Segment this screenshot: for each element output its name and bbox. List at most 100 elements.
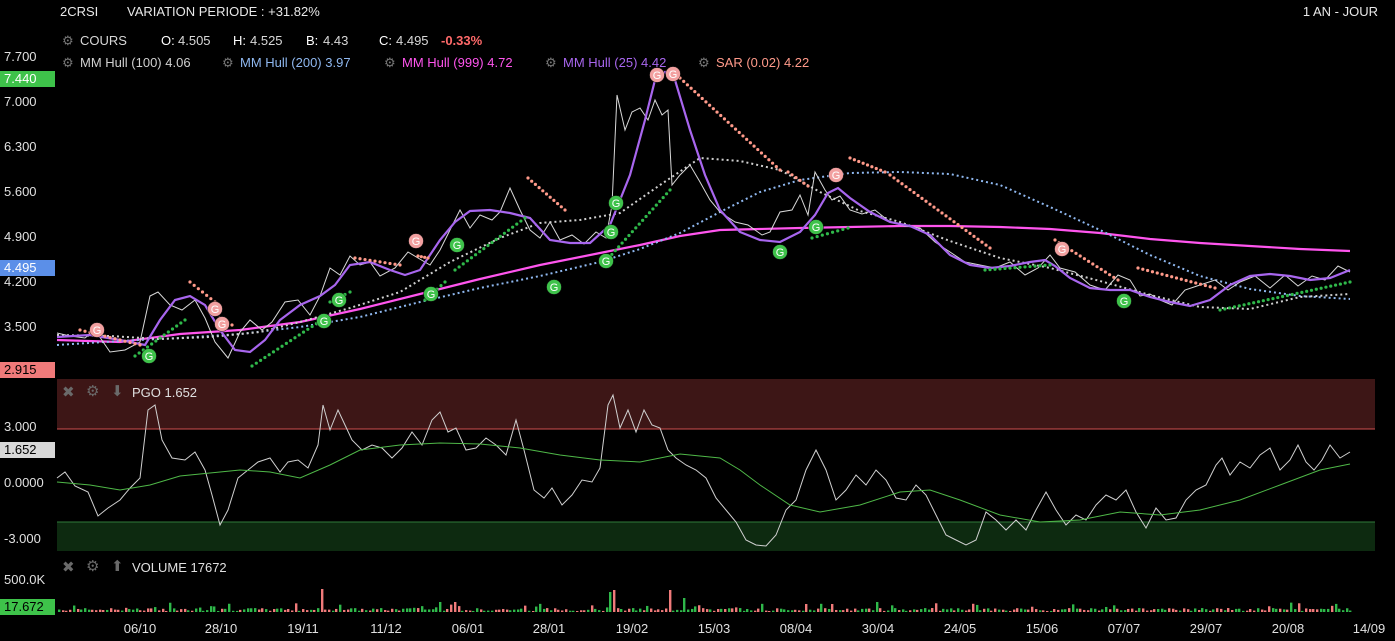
sell-signal-marker: G [408,233,424,249]
volume-bar [757,608,760,612]
volume-bar [646,605,649,612]
volume-bar [213,606,216,612]
sar-dot [363,257,367,262]
volume-bar [1220,608,1223,612]
hull25-line [56,70,1351,354]
gear-icon[interactable]: ⚙ [86,382,99,400]
volume-bar [1120,610,1123,612]
volume-bar [347,609,350,612]
volume-bar [372,608,375,612]
svg-text:G: G [1120,296,1129,308]
volume-bar [1042,610,1045,612]
volume-bar [1335,603,1338,612]
sar-dot [1170,275,1174,279]
volume-bar [898,610,901,612]
sar-dot [559,205,563,209]
volume-bar [169,602,172,612]
sar-dot [916,193,920,198]
buy-signal-marker: G [808,219,824,235]
volume-bar [887,610,890,612]
volume-bar [868,608,871,612]
sar-dot [166,330,170,334]
volume-bar [632,608,635,612]
volume-bar [224,608,227,612]
sell-signal-marker: G [649,67,665,83]
sar-dot [896,179,900,183]
volume-bar [1279,608,1282,612]
sar-dot [928,202,932,206]
sar-dot [1242,303,1246,307]
volume-bar [432,609,435,612]
volume-bar [780,608,783,612]
sar-dot [511,225,515,229]
volume-bar [1105,606,1108,612]
volume-bar [650,608,653,612]
close-icon[interactable]: ✖ [62,383,75,401]
x-tick: 11/12 [370,621,402,636]
sar-dot [154,339,158,343]
sar-dot [1095,265,1099,269]
volume-bar [395,609,398,612]
sar-dot [1285,293,1290,298]
chart-canvas[interactable]: GGGG GGGGGGGGGG GGGGGG [0,0,1395,641]
sar-dot [1141,267,1145,271]
volume-bar [210,606,213,612]
sar-dot [150,342,154,346]
arrow-up-icon[interactable]: ⬆ [111,557,124,575]
volume-bar [424,609,427,612]
volume-bar [1298,603,1301,612]
volume-bar [1290,602,1293,612]
sar-dot [494,237,498,242]
volume-bar [258,609,261,612]
volume-bar [491,610,494,612]
sar-dot [774,164,778,169]
sar-dot [668,188,672,192]
sar-dot [980,240,984,244]
gear-icon[interactable]: ⚙ [86,557,99,575]
volume-bar [77,608,80,612]
sar-dot [469,256,474,260]
volume-bar [217,610,220,612]
volume-bar [1002,609,1005,612]
sar-dot [1082,257,1086,261]
volume-bar [1135,610,1138,612]
volume-bar [1127,608,1130,612]
volume-bar [358,610,361,612]
sar-dot [870,165,874,169]
volume-bar [202,610,205,612]
volume-bar [195,608,198,612]
volume-bar [361,608,364,612]
sar-dot [952,220,956,224]
volume-bar [879,608,882,612]
sar-dot [932,205,936,209]
volume-bar [1249,609,1252,612]
svg-text:G: G [335,295,344,307]
sar-dot [108,335,112,340]
volume-bar [902,609,905,612]
sar-dot [627,233,631,238]
arrow-down-icon[interactable]: ⬇ [111,382,124,400]
sar-dot [280,344,284,348]
sar-dot [1184,278,1188,283]
sar-dot [786,170,790,174]
volume-bar [1090,608,1093,612]
volume-bar [1161,608,1164,612]
volume-bar [335,608,338,612]
volume-bar [228,603,231,612]
sar-dot [1290,292,1294,297]
sar-dot [271,350,276,354]
sar-dot [541,189,545,193]
sar-dot [426,256,430,260]
volume-bar [913,609,916,612]
close-icon[interactable]: ✖ [62,558,75,576]
volume-bar [580,610,583,612]
svg-text:G: G [776,247,785,259]
volume-bar [343,609,346,612]
sar-dot [1271,296,1275,301]
volume-bar [1050,610,1053,612]
sar-dot [908,188,912,192]
sar-dot [137,351,141,355]
sar-dot [620,241,624,245]
sar-dot [301,330,306,334]
volume-bar [654,610,657,612]
